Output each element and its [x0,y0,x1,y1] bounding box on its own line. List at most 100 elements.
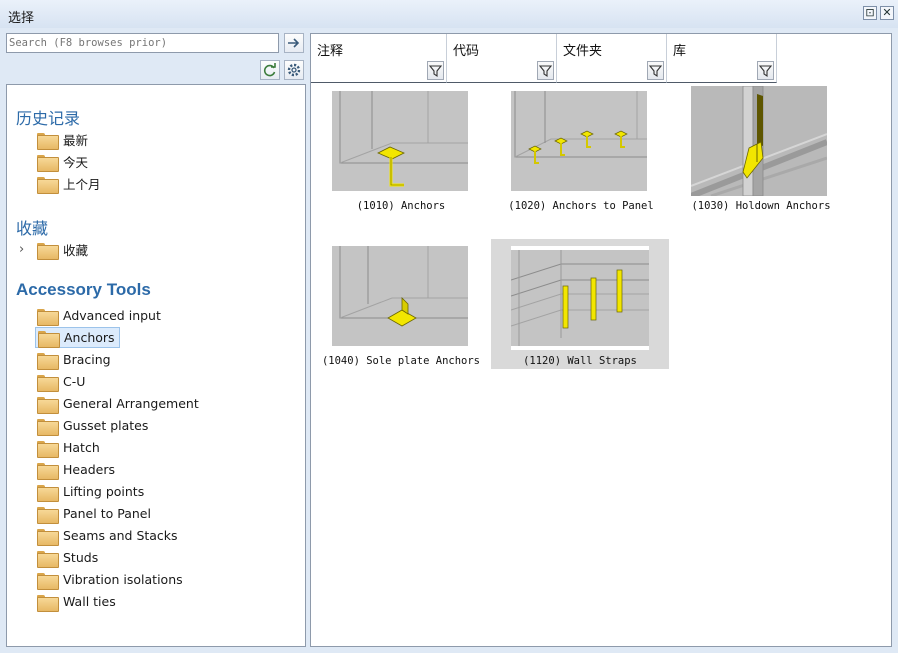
tree-item-general-arrangement[interactable]: General Arrangement [35,393,203,414]
tree-item-bracing[interactable]: Bracing [35,349,115,370]
tree-item-seams-and-stacks[interactable]: Seams and Stacks [35,525,182,546]
tree-item-label: Studs [63,550,99,565]
tree-item-label: Hatch [63,440,100,455]
folder-icon [37,132,59,150]
column-header-folder[interactable]: 文件夹 [557,34,667,83]
folder-icon [37,594,59,612]
refresh-button[interactable] [260,60,280,80]
tree-item-gusset-plates[interactable]: Gusset plates [35,415,152,436]
tree-item-latest[interactable]: 最新 [35,129,92,150]
refresh-icon [263,63,276,77]
folder-icon [37,528,59,546]
tile-label: (1040) Sole plate Anchors [321,355,481,367]
folder-icon [38,330,60,348]
folder-icon [37,572,59,590]
tree-item-label: Advanced input [63,308,161,323]
wall-straps-thumbnail [511,246,649,350]
tree-item-hatch[interactable]: Hatch [35,437,104,458]
accessory-tools-heading: Accessory Tools [16,280,151,299]
filter-icon [758,65,773,78]
search-go-button[interactable] [284,33,304,53]
tree-item-label: 收藏 [63,243,89,258]
tree-item-label: Lifting points [63,484,145,499]
tree-item-label: Anchors [64,330,115,345]
column-label: 注释 [317,44,344,59]
folder-icon [37,506,59,524]
folder-icon [37,440,59,458]
tree-item-label: Panel to Panel [63,506,151,521]
column-label: 文件夹 [563,44,603,59]
column-header-code[interactable]: 代码 [447,34,557,83]
tree-item-label: Vibration isolations [63,572,183,587]
anchor-thumbnail [332,91,468,191]
settings-button[interactable] [284,60,304,80]
tree-item-label: Wall ties [63,594,116,609]
folder-icon [37,352,59,370]
tile-label: (1010) Anchors [356,200,446,212]
component-tile-1120[interactable]: (1120) Wall Straps [491,239,669,369]
tile-label: (1020) Anchors to Panel [508,200,654,212]
folder-icon [37,396,59,414]
tree-item-label: Bracing [63,352,111,367]
favorites-heading: 收藏 [16,221,49,238]
tile-label: (1120) Wall Straps [523,355,637,367]
gear-icon [287,63,301,77]
tree-item-lifting-points[interactable]: Lifting points [35,481,148,502]
title-bar: 选择 ⊡ ✕ [0,0,898,28]
folder-icon [37,462,59,480]
tree-item-c-u[interactable]: C-U [35,371,89,392]
component-tile-1020[interactable]: (1020) Anchors to Panel [501,89,661,219]
tree-item-headers[interactable]: Headers [35,459,119,480]
folder-icon [37,308,59,326]
window-title: 选择 [8,11,35,26]
tree-item-label: C-U [63,374,86,389]
column-label: 代码 [453,44,480,59]
tree-item-anchors[interactable]: Anchors [35,327,120,348]
filter-button[interactable] [427,61,444,80]
tree-item-wall-ties[interactable]: Wall ties [35,591,120,612]
folder-icon [37,176,59,194]
anchors-to-panel-thumbnail [511,91,647,191]
filter-button[interactable] [537,61,554,80]
holdown-anchor-thumbnail [691,86,827,196]
folder-icon [37,550,59,568]
component-tile-1010[interactable]: (1010) Anchors [321,89,481,219]
filter-button[interactable] [647,61,664,80]
component-tile-1040[interactable]: (1040) Sole plate Anchors [321,244,481,374]
tree-item-label: Headers [63,462,116,477]
tree-item-label: General Arrangement [63,396,199,411]
tree-item-advanced-input[interactable]: Advanced input [35,305,165,326]
tree-item-vibration-isolations[interactable]: Vibration isolations [35,569,187,590]
folder-icon [37,374,59,392]
tree-item-studs[interactable]: Studs [35,547,102,568]
filter-button[interactable] [757,61,774,80]
column-header-comment[interactable]: 注释 [311,34,447,83]
tree-item-favorites[interactable]: 收藏 [35,239,92,260]
filter-icon [648,65,663,78]
tree-item-label: Seams and Stacks [63,528,178,543]
folder-icon [37,154,59,172]
arrow-right-icon [288,38,300,48]
column-header-library[interactable]: 库 [667,34,777,83]
category-tree: 历史记录 最新 今天 上个月 收藏 › 收藏 Accessory Tools A… [6,84,306,647]
tree-item-label: 最新 [63,133,89,148]
component-tile-1030[interactable]: (1030) Holdown Anchors [681,84,841,219]
column-label: 库 [673,44,687,59]
filter-icon [538,65,553,78]
search-input[interactable] [6,33,279,53]
folder-icon [37,418,59,436]
folder-icon [37,242,59,260]
filter-icon [428,65,443,78]
tree-item-label: Gusset plates [63,418,149,433]
tree-item-last-month[interactable]: 上个月 [35,173,105,194]
history-heading: 历史记录 [16,111,81,128]
component-browser: 注释 代码 文件夹 库 (1010) Anchors (1020) Anchor… [310,33,892,647]
restore-button[interactable]: ⊡ [863,6,877,20]
sole-plate-anchor-thumbnail [332,246,468,346]
close-button[interactable]: ✕ [880,6,894,20]
tree-item-today[interactable]: 今天 [35,151,92,172]
tile-label: (1030) Holdown Anchors [691,200,831,212]
chevron-right-icon[interactable]: › [19,242,24,257]
tree-item-panel-to-panel[interactable]: Panel to Panel [35,503,155,524]
folder-icon [37,484,59,502]
